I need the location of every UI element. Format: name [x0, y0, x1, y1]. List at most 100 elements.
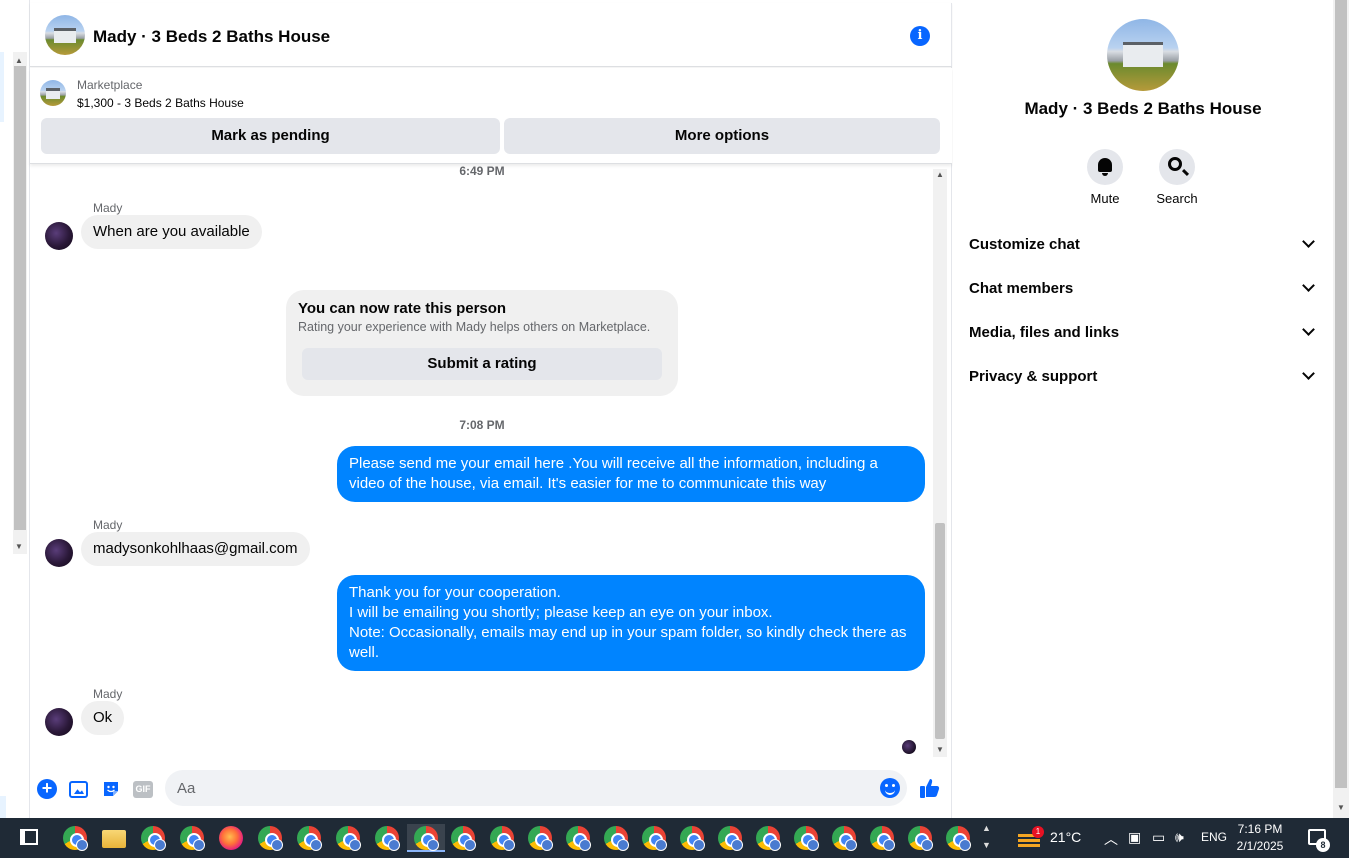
weather-badge: 1 [1032, 826, 1044, 838]
clock-time: 7:16 PM [1237, 822, 1283, 836]
bell-icon [1098, 158, 1112, 176]
sender-avatar[interactable] [45, 539, 73, 567]
outgoing-message[interactable]: Please send me your email here .You will… [337, 446, 925, 502]
taskbar: ▲ ▼ 1 21°C ︿ ▣ ▭ 🕪 ENG 7:16 PM 2/1/2025 8 [0, 818, 1349, 858]
notification-count: 8 [1316, 838, 1330, 852]
privacy-support-row[interactable]: Privacy & support [969, 357, 1317, 397]
clock[interactable]: 7:16 PM 2/1/2025 [1230, 821, 1290, 855]
chrome-icon[interactable] [256, 824, 284, 852]
chrome-icon[interactable] [906, 824, 934, 852]
photo-icon[interactable] [69, 781, 88, 798]
accordion-label: Privacy & support [969, 368, 1098, 385]
thumbs-up-icon[interactable] [919, 777, 941, 803]
chrome-icon[interactable] [139, 824, 167, 852]
chrome-icon[interactable] [564, 824, 592, 852]
search-button[interactable]: Search [1141, 149, 1213, 206]
left-selection-tab-bottom[interactable] [0, 796, 6, 818]
chat-header: Mady · 3 Beds 2 Baths House i [30, 3, 952, 67]
rating-card: You can now rate this person Rating your… [286, 290, 678, 396]
submit-rating-button[interactable]: Submit a rating [302, 348, 662, 380]
mute-circle[interactable] [1087, 149, 1123, 185]
customize-chat-row[interactable]: Customize chat [969, 225, 1317, 265]
search-icon [1168, 157, 1182, 171]
chrome-icon[interactable] [868, 824, 896, 852]
more-options-button[interactable]: More options [504, 118, 940, 154]
accordion-label: Customize chat [969, 236, 1080, 253]
scroll-down-arrow-icon[interactable]: ▼ [936, 745, 944, 754]
scroll-up-arrow-icon[interactable]: ▲ [15, 56, 23, 65]
rating-subtitle: Rating your experience with Mady helps o… [298, 320, 651, 334]
listing-thumbnail[interactable] [40, 80, 66, 106]
mute-button[interactable]: Mute [1069, 149, 1141, 206]
chrome-icon[interactable] [678, 824, 706, 852]
plus-icon[interactable]: + [37, 779, 57, 799]
chrome-icon[interactable] [754, 824, 782, 852]
sender-avatar[interactable] [45, 222, 73, 250]
show-hidden-icons-icon[interactable]: ︿ [1104, 829, 1118, 849]
listing-avatar[interactable] [45, 15, 85, 55]
chrome-icon[interactable] [602, 824, 630, 852]
left-selection-tab[interactable] [0, 52, 4, 122]
chrome-icon[interactable] [334, 824, 362, 852]
chrome-icon[interactable] [944, 824, 972, 852]
meet-now-icon[interactable]: ▣ [1128, 829, 1141, 846]
chrome-icon[interactable] [295, 824, 323, 852]
chat-title[interactable]: Mady · 3 Beds 2 Baths House [93, 27, 330, 47]
composer: + GIF [30, 766, 952, 812]
incoming-message[interactable]: When are you available [81, 215, 262, 249]
emoji-icon[interactable] [880, 778, 900, 798]
media-files-links-row[interactable]: Media, files and links [969, 313, 1317, 353]
timestamp: 6:49 PM [459, 165, 505, 178]
marketplace-banner: Marketplace $1,300 - 3 Beds 2 Baths Hous… [30, 68, 952, 164]
chrome-icon[interactable] [373, 824, 401, 852]
chrome-icon[interactable] [61, 824, 89, 852]
firefox-icon[interactable] [217, 824, 245, 852]
volume-icon[interactable]: 🕪 [1175, 829, 1184, 846]
screen: ▲ ▼ Mady · 3 Beds 2 Baths House i Market… [0, 0, 1349, 858]
gif-icon[interactable]: GIF [133, 781, 153, 798]
left-scrollbar-thumb[interactable] [14, 66, 26, 530]
sender-avatar[interactable] [45, 708, 73, 736]
chrome-icon[interactable] [488, 824, 516, 852]
search-circle[interactable] [1159, 149, 1195, 185]
scroll-down-arrow-icon[interactable]: ▼ [1337, 803, 1345, 812]
page-scrollbar-thumb[interactable] [1335, 0, 1347, 788]
chat-members-row[interactable]: Chat members [969, 269, 1317, 309]
profile-avatar[interactable] [1107, 19, 1179, 91]
network-icon[interactable]: ▭ [1152, 829, 1165, 846]
chrome-icon-active[interactable] [407, 824, 445, 852]
info-icon[interactable]: i [910, 26, 930, 46]
page-scrollbar[interactable]: ▼ [1333, 0, 1349, 818]
message-scrollbar-thumb[interactable] [935, 523, 945, 739]
details-title: Mady · 3 Beds 2 Baths House [1024, 99, 1262, 118]
chrome-icon[interactable] [640, 824, 668, 852]
chrome-icon[interactable] [830, 824, 858, 852]
incoming-message[interactable]: madysonkohlhaas@gmail.com [81, 532, 310, 566]
accordion-label: Media, files and links [969, 324, 1120, 341]
rating-title: You can now rate this person [298, 300, 507, 317]
chrome-icon[interactable] [792, 824, 820, 852]
chrome-icon[interactable] [526, 824, 554, 852]
chat-window: Mady · 3 Beds 2 Baths House i Marketplac… [30, 3, 952, 818]
scroll-up-arrow-icon[interactable]: ▲ [936, 170, 944, 179]
message-line: I will be emailing you shortly; please k… [349, 604, 773, 621]
language-indicator[interactable]: ENG [1201, 830, 1227, 844]
outgoing-message[interactable]: Thank you for your cooperation. I will b… [337, 575, 925, 671]
scroll-down-arrow-icon[interactable]: ▼ [15, 542, 23, 551]
temperature[interactable]: 21°C [1050, 829, 1081, 845]
chrome-icon[interactable] [716, 824, 744, 852]
mark-as-pending-button[interactable]: Mark as pending [41, 118, 500, 154]
incoming-message[interactable]: Ok [81, 701, 125, 735]
chrome-icon[interactable] [178, 824, 206, 852]
message-input[interactable] [165, 770, 907, 806]
search-label: Search [1156, 191, 1198, 206]
accordion-label: Chat members [969, 280, 1074, 297]
task-view-icon[interactable] [20, 829, 38, 845]
taskbar-scroll-icon[interactable]: ▲ ▼ [982, 820, 991, 854]
listing-title[interactable]: $1,300 - 3 Beds 2 Baths House [77, 96, 244, 110]
file-explorer-icon[interactable] [100, 824, 128, 852]
sticker-icon[interactable] [101, 779, 121, 799]
chrome-icon[interactable] [449, 824, 477, 852]
marketplace-label: Marketplace [77, 78, 143, 92]
message-list: 6:49 PM Mady When are you available You … [30, 165, 952, 759]
